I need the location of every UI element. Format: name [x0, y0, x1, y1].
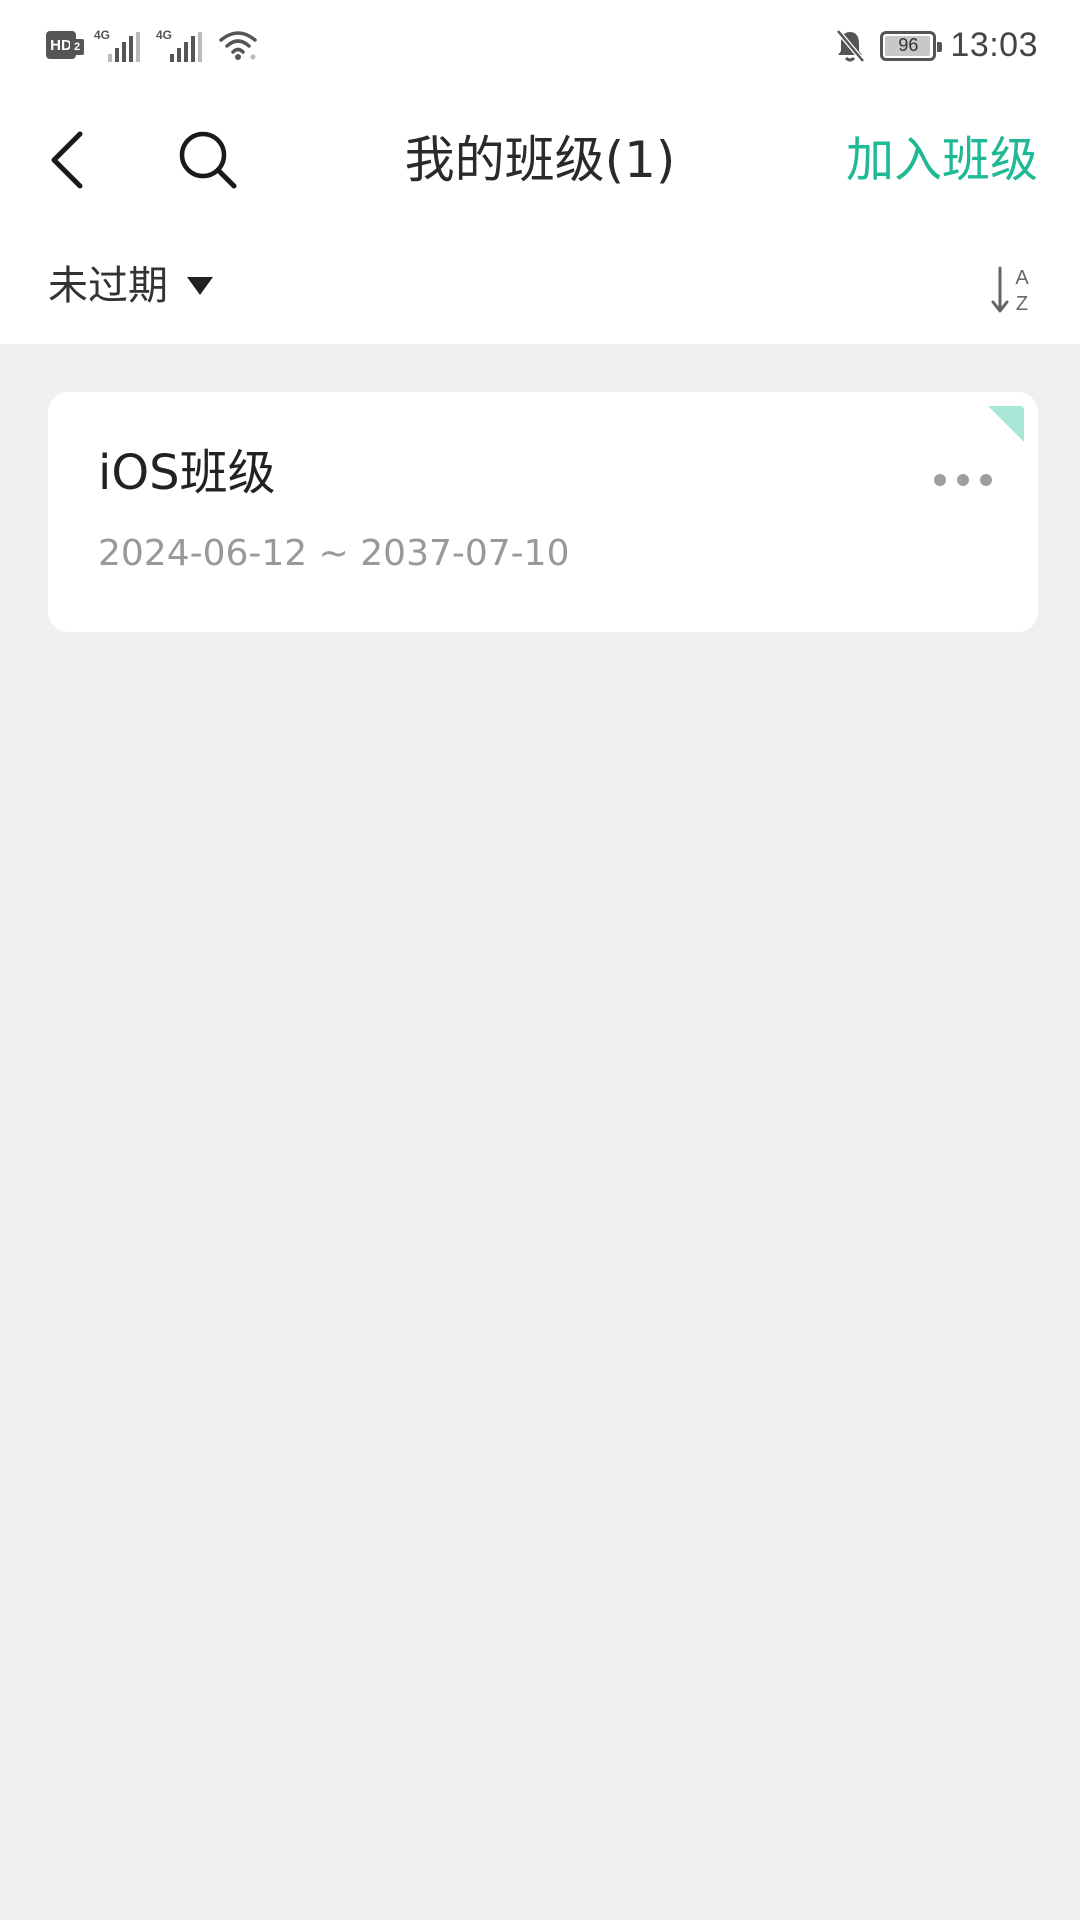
battery-icon: 96: [880, 30, 943, 61]
more-dot-icon: [980, 474, 992, 486]
status-right: 96 13:03: [834, 26, 1038, 65]
join-class-button[interactable]: 加入班级: [846, 132, 1038, 188]
status-bar: HD 2 4G 4G 96 13:03: [0, 0, 1080, 100]
signal-sim2-icon: 4G: [156, 28, 208, 62]
more-options-button[interactable]: [928, 460, 998, 500]
wifi-icon: [219, 31, 257, 60]
header: 我的班级(1) 加入班级: [0, 100, 1080, 220]
more-dot-icon: [934, 474, 946, 486]
bell-off-icon: [836, 28, 866, 63]
status-left: HD 2 4G 4G: [46, 28, 258, 62]
svg-text:A: A: [1015, 267, 1029, 289]
status-time: 13:03: [950, 26, 1038, 64]
class-date-range: 2024-06-12 ~ 2037-07-10: [98, 533, 570, 574]
sort-az-icon: A Z: [991, 266, 1029, 315]
more-dot-icon: [957, 474, 969, 486]
triangle-down-icon: [187, 277, 213, 295]
svg-text:Z: Z: [1016, 293, 1028, 315]
class-name: iOS班级: [98, 445, 276, 501]
expiry-filter-dropdown[interactable]: 未过期: [48, 262, 214, 310]
hd-sub-badge: 2: [70, 39, 84, 55]
filter-row: 未过期 A Z: [0, 240, 1080, 340]
signal-sim1-icon: 4G: [94, 28, 146, 62]
filter-selected-label: 未过期: [48, 263, 168, 309]
corner-tag-icon: [988, 406, 1024, 442]
battery-level: 96: [898, 35, 919, 55]
sort-button[interactable]: A Z: [990, 264, 1036, 316]
hd-voice-indicator: HD 2: [46, 31, 84, 59]
class-card[interactable]: iOS班级 2024-06-12 ~ 2037-07-10: [48, 392, 1038, 632]
